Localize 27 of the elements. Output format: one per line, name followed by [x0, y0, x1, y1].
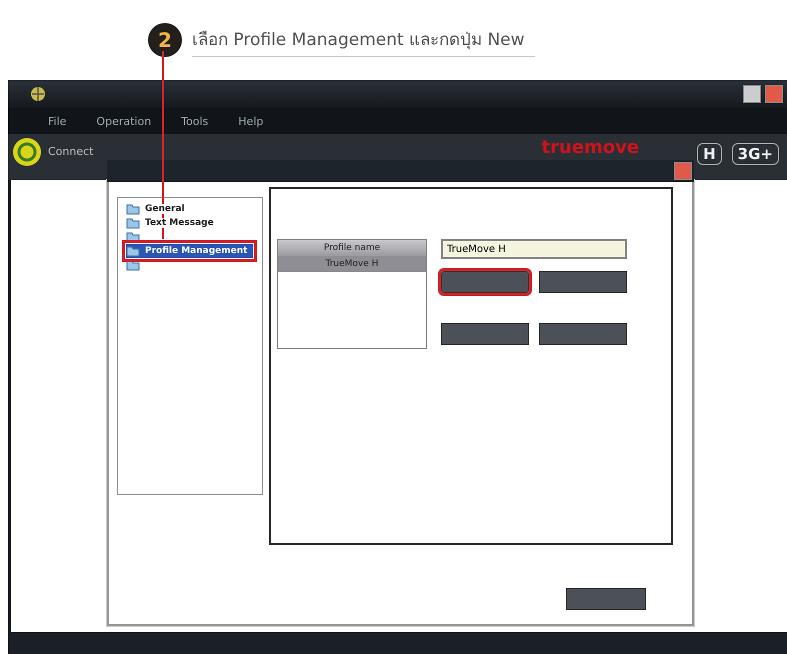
- dialog-button[interactable]: [441, 323, 529, 345]
- tree-item[interactable]: [126, 258, 144, 272]
- menu-item[interactable]: File: [48, 114, 66, 128]
- logo-text: truemove: [542, 139, 640, 157]
- menu-item[interactable]: Operation: [96, 114, 152, 128]
- profile-name-field[interactable]: TrueMove H: [441, 239, 627, 259]
- dialog-button[interactable]: [539, 323, 627, 345]
- network-badge: 3G+: [732, 143, 779, 165]
- instruction-text: เลือก Profile Management และกดปุ่ม New: [192, 23, 535, 57]
- dialog-button[interactable]: [539, 271, 627, 293]
- folder-icon: [126, 245, 140, 257]
- dialog-button[interactable]: [566, 588, 646, 610]
- menu-item[interactable]: Tools: [181, 114, 208, 128]
- profile-row[interactable]: TrueMove H: [278, 256, 426, 272]
- network-badge: H: [697, 143, 722, 165]
- connect-icon: [12, 137, 42, 167]
- close-button[interactable]: [765, 85, 783, 103]
- list-header: Profile name: [278, 240, 426, 256]
- step-number: 2: [148, 23, 182, 57]
- connect-label: Connect: [48, 145, 94, 158]
- dialog-button[interactable]: [441, 271, 529, 293]
- close-button[interactable]: [674, 162, 692, 180]
- globe-icon: [30, 86, 46, 102]
- tree-item[interactable]: [126, 230, 144, 244]
- tree-item[interactable]: Profile Management: [126, 244, 254, 258]
- menu-item[interactable]: Help: [238, 114, 264, 128]
- minimize-button[interactable]: [743, 85, 761, 103]
